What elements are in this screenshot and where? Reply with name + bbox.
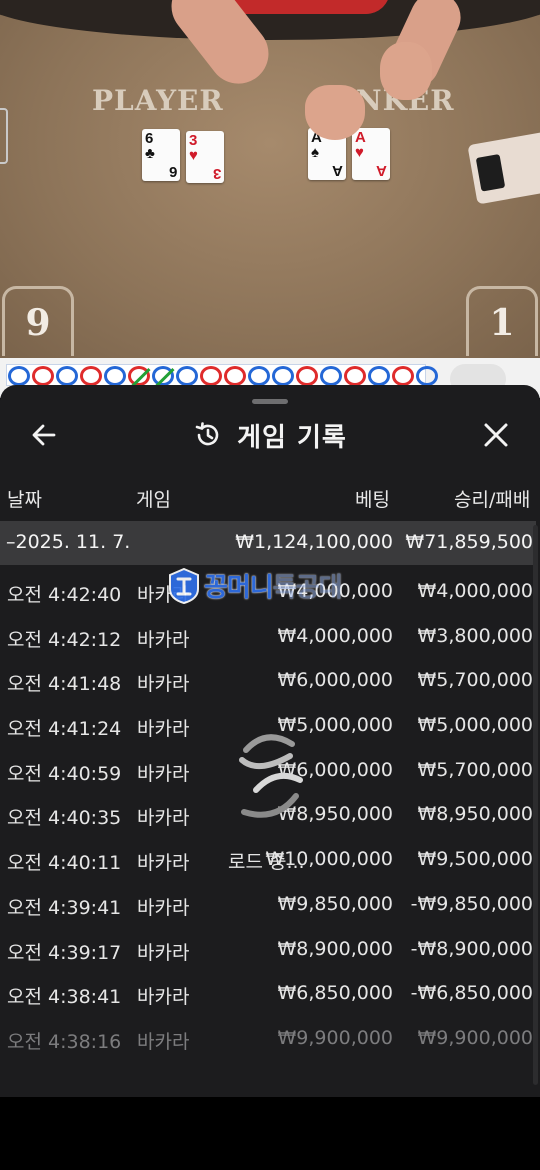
- history-row[interactable]: 오전 4:42:12 바카라 ₩4,000,000 ₩3,800,000: [0, 615, 536, 660]
- row-bet: ₩4,000,000: [277, 624, 393, 647]
- row-bet: ₩9,850,000: [277, 892, 393, 915]
- row-game: 바카라: [137, 986, 190, 1009]
- dealer-hand-left: [305, 85, 365, 140]
- row-time: 오전 4:40:35: [7, 807, 122, 830]
- bead-blue: [8, 366, 30, 386]
- history-row[interactable]: 오전 4:39:41 바카라 ₩9,850,000 -₩9,850,000: [0, 883, 536, 928]
- summary-date: –2025. 11. 7.: [6, 531, 131, 553]
- row-time: 오전 4:41:48: [7, 673, 122, 696]
- card-shoe: [467, 131, 540, 205]
- game-history-sheet: 게임 기록 날짜 게임 베팅 승리/패배 –2025. 11. 7. ₩1,12…: [0, 385, 540, 1097]
- date-summary-row[interactable]: –2025. 11. 7. ₩1,124,100,000 ₩71,859,500: [0, 521, 536, 565]
- row-game: 바카라: [137, 1030, 190, 1053]
- live-video-feed: PLAYER NKER 6 ♣ 6 3 ♥ 3 A ♠ A A ♥ A 9 1: [0, 0, 540, 358]
- bead-red: [296, 366, 318, 386]
- row-game: 바카라: [137, 718, 190, 741]
- bead-blue: [176, 366, 198, 386]
- sheet-header: 게임 기록: [0, 415, 540, 455]
- loading-spinner-icon: [239, 734, 303, 818]
- column-header-bet[interactable]: 베팅: [355, 485, 390, 512]
- row-result: ₩8,950,000: [417, 803, 533, 826]
- bead-red: [224, 366, 246, 386]
- row-bet: ₩9,900,000: [277, 1026, 393, 1049]
- row-result: -₩9,850,000: [410, 892, 533, 915]
- row-time: 오전 4:40:59: [7, 762, 122, 785]
- bead-blue: [368, 366, 390, 386]
- bead-blue: [416, 366, 438, 386]
- column-header-game[interactable]: 게임: [136, 485, 171, 512]
- banker-card-2: A ♥ A: [352, 128, 390, 180]
- row-game: 바카라: [137, 628, 190, 651]
- row-result: ₩5,000,000: [417, 714, 533, 737]
- row-result: -₩6,850,000: [410, 982, 533, 1005]
- history-row[interactable]: 오전 4:38:41 바카라 ₩6,850,000 -₩6,850,000: [0, 972, 536, 1017]
- row-game: 바카라: [137, 941, 190, 964]
- bead-blue: [56, 366, 78, 386]
- row-time: 오전 4:40:11: [7, 852, 122, 875]
- row-result: -₩8,900,000: [410, 937, 533, 960]
- row-result: ₩3,800,000: [417, 624, 533, 647]
- row-game: 바카라: [137, 852, 190, 875]
- left-card-holder: [0, 108, 8, 164]
- player-card-2: 3 ♥ 3: [186, 131, 224, 183]
- summary-result: ₩71,859,500: [405, 531, 533, 553]
- column-header-result[interactable]: 승리/패배: [454, 485, 530, 512]
- row-time: 오전 4:41:24: [7, 718, 122, 741]
- loading-text: 로드 중...: [228, 851, 305, 873]
- history-row[interactable]: 오전 4:38:16 바카라 ₩9,900,000 ₩9,900,000: [0, 1017, 536, 1062]
- watermark: 꽁머니특공대: [168, 567, 343, 604]
- bead-blue: [320, 366, 342, 386]
- watermark-text: 꽁머니특공대: [204, 573, 343, 603]
- row-bet: ₩8,900,000: [277, 937, 393, 960]
- row-result: ₩5,700,000: [417, 758, 533, 781]
- summary-bet: ₩1,124,100,000: [235, 531, 393, 553]
- row-time: 오전 4:39:17: [7, 941, 122, 964]
- watermark-badge-icon: [169, 567, 199, 604]
- player-label: PLAYER: [92, 84, 224, 117]
- close-icon[interactable]: [482, 421, 510, 449]
- dealer-hand-right: [380, 42, 432, 100]
- bead-red: [344, 366, 366, 386]
- row-time: 오전 4:38:41: [7, 986, 122, 1009]
- bead-red: [392, 366, 414, 386]
- row-time: 오전 4:39:41: [7, 896, 122, 919]
- row-game: 바카라: [137, 762, 190, 785]
- bottom-black-bar: [0, 1097, 540, 1170]
- sheet-grabber[interactable]: [252, 399, 288, 404]
- bead-blue: [248, 366, 270, 386]
- history-row[interactable]: 오전 4:39:17 바카라 ₩8,900,000 -₩8,900,000: [0, 928, 536, 973]
- bead-blue: [272, 366, 294, 386]
- column-header-date[interactable]: 날짜: [7, 485, 42, 512]
- row-result: ₩4,000,000: [417, 580, 533, 602]
- row-result: ₩9,500,000: [417, 848, 533, 871]
- row-result: ₩9,900,000: [417, 1026, 533, 1049]
- bead-blue-tie: [152, 366, 174, 386]
- arrow-left-icon[interactable]: [30, 421, 58, 449]
- bead-blue: [104, 366, 126, 386]
- bead-red: [80, 366, 102, 386]
- bead-red-tie: [128, 366, 150, 386]
- row-time: 오전 4:42:12: [7, 628, 122, 651]
- banker-score: 1: [466, 286, 538, 356]
- row-time: 오전 4:38:16: [7, 1030, 122, 1053]
- row-result: ₩5,700,000: [417, 669, 533, 692]
- bead-red: [200, 366, 222, 386]
- row-bet: ₩6,850,000: [277, 982, 393, 1005]
- bead-road-grid: [6, 364, 438, 386]
- history-row[interactable]: 오전 4:41:48 바카라 ₩6,000,000 ₩5,700,000: [0, 659, 536, 704]
- row-bet: ₩6,000,000: [277, 669, 393, 692]
- row-game: 바카라: [137, 896, 190, 919]
- bead-red: [32, 366, 54, 386]
- player-score: 9: [2, 286, 74, 356]
- history-icon: [195, 422, 219, 446]
- row-game: 바카라: [137, 807, 190, 830]
- player-card-1: 6 ♣ 6: [142, 129, 180, 181]
- scrollbar[interactable]: [533, 525, 538, 1085]
- row-time: 오전 4:42:40: [7, 584, 122, 606]
- row-game: 바카라: [137, 673, 190, 696]
- page-title: 게임 기록: [237, 422, 347, 453]
